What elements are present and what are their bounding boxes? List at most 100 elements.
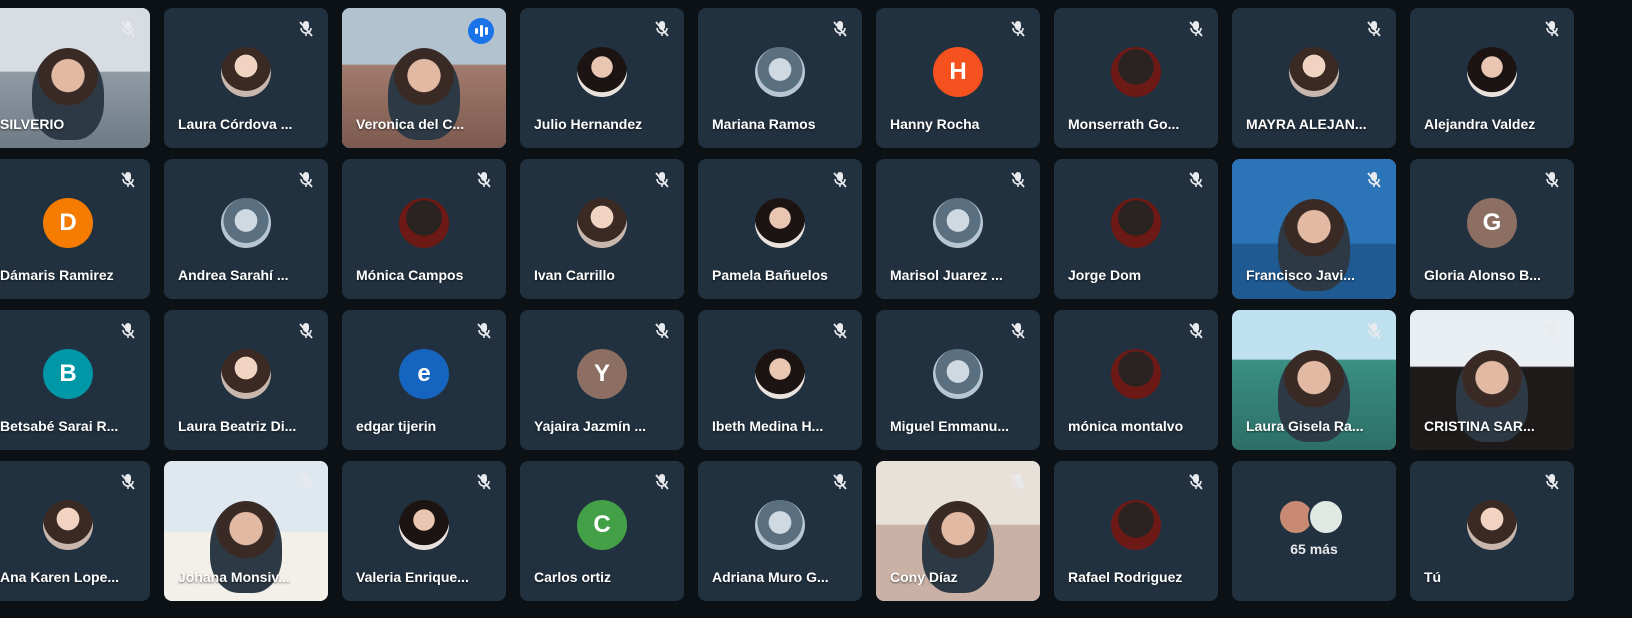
participant-tile[interactable]: Alejandra Valdez	[1410, 8, 1574, 148]
audio-wave-bar	[484, 27, 488, 35]
mic-off-icon	[832, 322, 848, 340]
mic-off-icon-glyph	[1189, 323, 1203, 339]
mic-off-icon-glyph	[121, 21, 135, 37]
mic-off-icon-glyph	[833, 172, 847, 188]
participant-tile[interactable]: Julio Hernandez	[520, 8, 684, 148]
mic-off-icon-glyph	[121, 172, 135, 188]
participant-tile[interactable]: Francisco Javi...	[1232, 159, 1396, 299]
mic-off-icon	[120, 473, 136, 491]
participant-tile[interactable]: Laura Córdova ...	[164, 8, 328, 148]
mic-off-icon	[1010, 171, 1026, 189]
participant-tile[interactable]: Valeria Enrique...	[342, 461, 506, 601]
mic-off-icon-glyph	[477, 474, 491, 490]
mic-off-icon	[476, 473, 492, 491]
participant-tile[interactable]: Jorge Dom	[1054, 159, 1218, 299]
mic-off-icon	[654, 171, 670, 189]
mic-off-icon	[298, 20, 314, 38]
mic-off-icon-glyph	[121, 474, 135, 490]
mic-off-icon-glyph	[1545, 21, 1559, 37]
mic-off-icon-glyph	[1011, 323, 1025, 339]
participant-name: Ana Karen Lope...	[0, 569, 120, 585]
mic-off-icon	[1188, 473, 1204, 491]
participant-tile[interactable]: D Dámaris Ramirez	[0, 159, 150, 299]
participant-name: Dámaris Ramirez	[0, 267, 114, 283]
mic-off-icon	[1010, 322, 1026, 340]
mic-off-icon	[1366, 171, 1382, 189]
initial-avatar: G	[1467, 198, 1517, 248]
participant-tile[interactable]: Tú	[1410, 461, 1574, 601]
mic-off-icon-glyph	[655, 323, 669, 339]
participant-name: Carlos ortiz	[534, 569, 612, 585]
participant-name: Francisco Javi...	[1246, 267, 1355, 283]
participant-tile[interactable]: Monserrath Go...	[1054, 8, 1218, 148]
mic-off-icon	[654, 322, 670, 340]
mic-off-icon	[832, 171, 848, 189]
participant-tile[interactable]: B Betsabé Sarai R...	[0, 310, 150, 450]
participant-tile[interactable]: Veronica del C...	[342, 8, 506, 148]
participant-tile[interactable]: Pamela Bañuelos	[698, 159, 862, 299]
profile-photo-avatar	[577, 198, 627, 248]
mic-off-icon-glyph	[655, 21, 669, 37]
participant-tile[interactable]: e edgar tijerin	[342, 310, 506, 450]
profile-photo-avatar	[1111, 198, 1161, 248]
participant-tile[interactable]: Y Yajaira Jazmín ...	[520, 310, 684, 450]
mic-off-icon	[1010, 473, 1026, 491]
mic-off-icon	[1544, 322, 1560, 340]
participant-name: Yajaira Jazmín ...	[534, 418, 647, 434]
participant-tile[interactable]: H Hanny Rocha	[876, 8, 1040, 148]
mic-off-icon	[1366, 322, 1382, 340]
mic-off-icon-glyph	[1367, 323, 1381, 339]
mic-off-icon-glyph	[1367, 172, 1381, 188]
participant-tile[interactable]: Rafael Rodriguez	[1054, 461, 1218, 601]
mic-off-icon-glyph	[1545, 323, 1559, 339]
participant-tile[interactable]: SILVERIO	[0, 8, 150, 148]
participant-tile[interactable]: 65 más	[1232, 461, 1396, 601]
participant-tile[interactable]: Ibeth Medina H...	[698, 310, 862, 450]
participant-tile[interactable]: MAYRA ALEJAN...	[1232, 8, 1396, 148]
participant-tile[interactable]: Laura Beatriz Di...	[164, 310, 328, 450]
participant-tile[interactable]: Marisol Juarez ...	[876, 159, 1040, 299]
overflow-avatars	[1278, 499, 1344, 535]
participant-tile[interactable]: Laura Gisela Ra...	[1232, 310, 1396, 450]
profile-photo-avatar	[755, 500, 805, 550]
audio-wave-icon	[468, 18, 494, 44]
mic-off-icon-glyph	[299, 323, 313, 339]
participant-tile[interactable]: mónica montalvo	[1054, 310, 1218, 450]
participant-name: Laura Córdova ...	[178, 116, 293, 132]
participant-name: Ivan Carrillo	[534, 267, 615, 283]
mic-off-icon-glyph	[833, 474, 847, 490]
participant-tile[interactable]: Johana Monsiv...	[164, 461, 328, 601]
participant-tile[interactable]: G Gloria Alonso B...	[1410, 159, 1574, 299]
profile-photo-avatar	[221, 349, 271, 399]
participant-name: Valeria Enrique...	[356, 569, 469, 585]
participant-name: Alejandra Valdez	[1424, 116, 1536, 132]
participant-tile[interactable]: Mariana Ramos	[698, 8, 862, 148]
participant-tile[interactable]: Ana Karen Lope...	[0, 461, 150, 601]
mic-off-icon-glyph	[1011, 21, 1025, 37]
participant-tile[interactable]: Ivan Carrillo	[520, 159, 684, 299]
mic-off-icon-glyph	[477, 323, 491, 339]
participant-tile[interactable]: Cony Díaz	[876, 461, 1040, 601]
participant-tile[interactable]: Miguel Emmanu...	[876, 310, 1040, 450]
participant-tile[interactable]: Adriana Muro G...	[698, 461, 862, 601]
mic-off-icon-glyph	[299, 172, 313, 188]
mic-off-icon	[476, 171, 492, 189]
mic-off-icon-glyph	[833, 323, 847, 339]
initial-avatar: Y	[577, 349, 627, 399]
participant-tile[interactable]: CRISTINA SAR...	[1410, 310, 1574, 450]
profile-photo-avatar	[933, 349, 983, 399]
mic-off-icon	[1010, 20, 1026, 38]
mic-off-icon	[298, 322, 314, 340]
participant-name: Laura Gisela Ra...	[1246, 418, 1364, 434]
mic-off-icon-glyph	[477, 172, 491, 188]
profile-photo-avatar	[43, 500, 93, 550]
mic-off-icon	[120, 20, 136, 38]
participant-tile[interactable]: C Carlos ortiz	[520, 461, 684, 601]
profile-photo-avatar	[933, 198, 983, 248]
participant-tile[interactable]: Mónica Campos	[342, 159, 506, 299]
mic-off-icon-glyph	[1367, 21, 1381, 37]
mic-off-icon	[298, 473, 314, 491]
profile-photo-avatar	[755, 198, 805, 248]
participant-name: Ibeth Medina H...	[712, 418, 824, 434]
participant-tile[interactable]: Andrea Sarahí ...	[164, 159, 328, 299]
